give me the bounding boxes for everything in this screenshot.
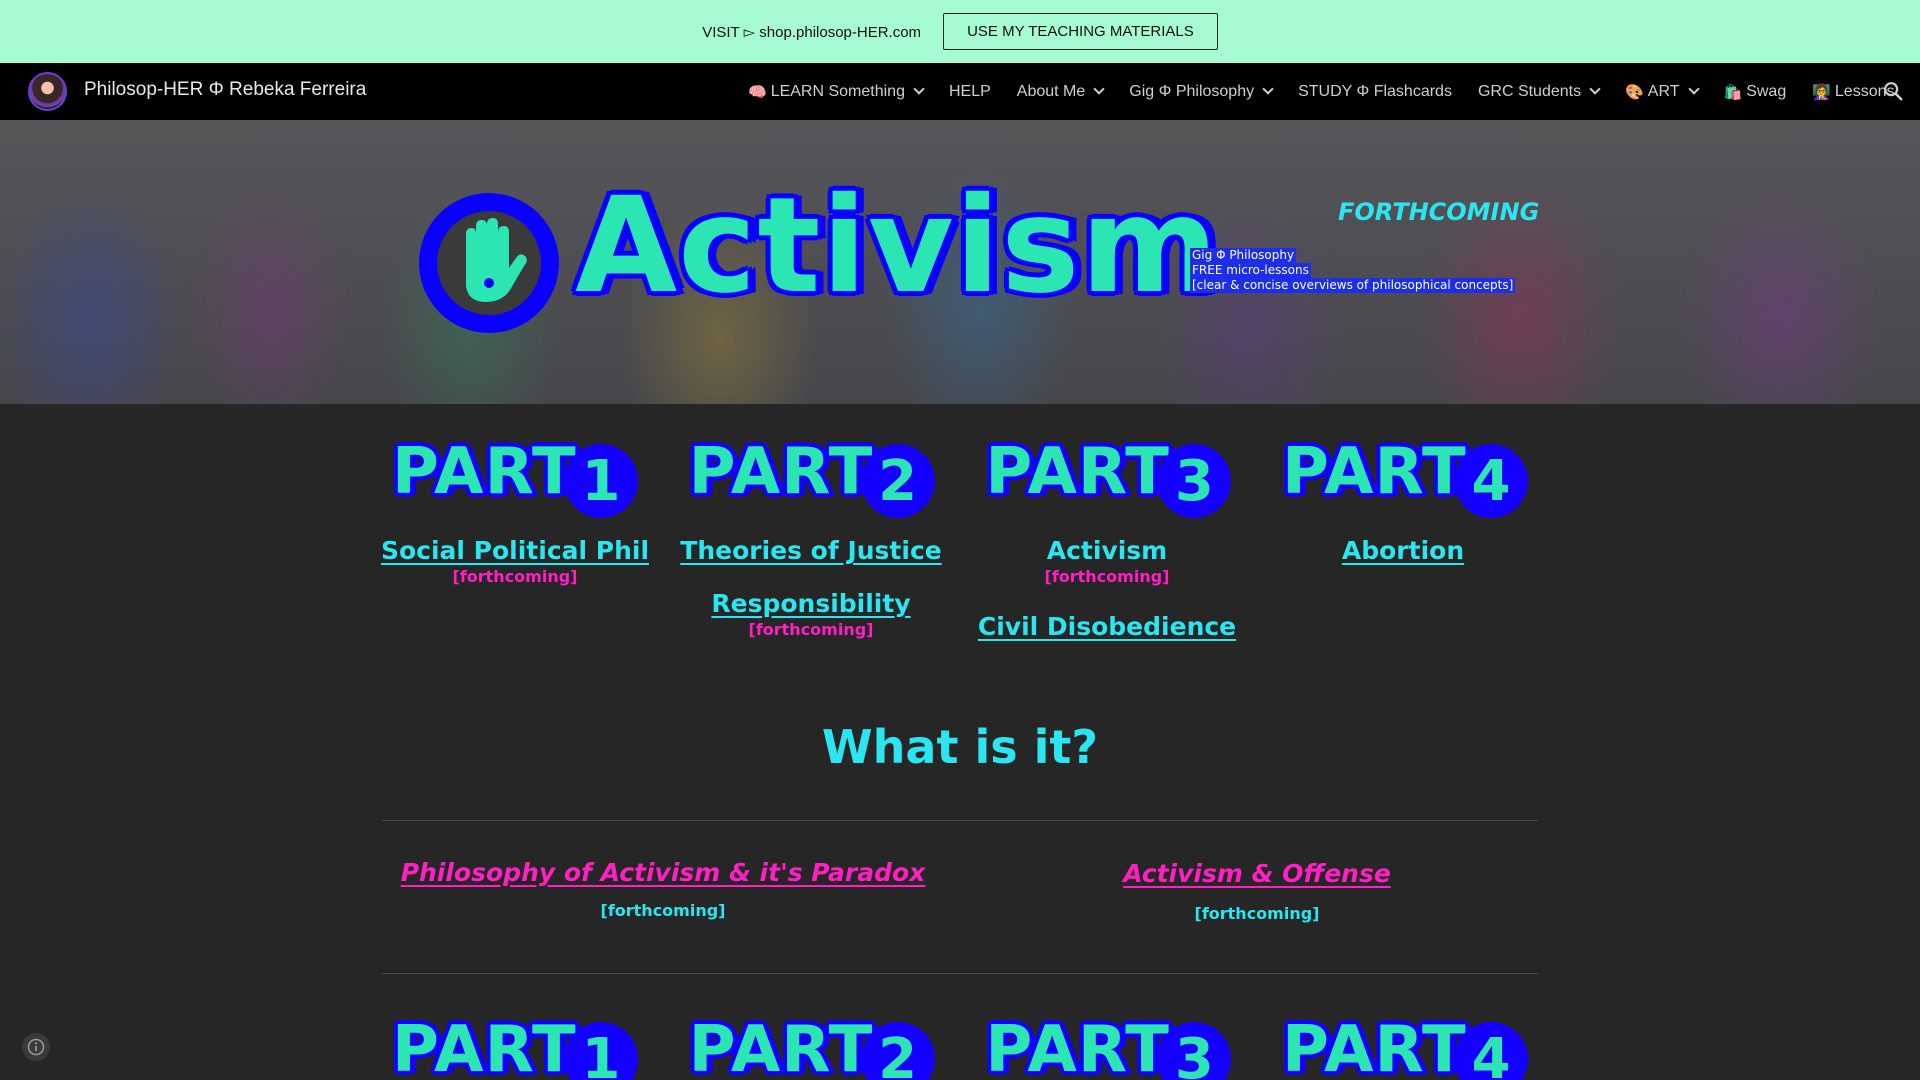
nav-item-about[interactable]: About Me xyxy=(1016,82,1105,101)
divider xyxy=(382,820,1538,821)
nav-item-help[interactable]: HELP xyxy=(949,83,991,101)
part-word: PART xyxy=(985,435,1170,509)
part-number: 3 xyxy=(1157,444,1232,518)
part-badge-1: PART 1 xyxy=(392,435,638,518)
part-badge-2: PART 2 xyxy=(688,435,935,518)
part-word: PART xyxy=(985,1013,1170,1080)
nav-item-learn[interactable]: 🧠 LEARN Something xyxy=(748,82,925,101)
hero-desc-line: [clear & concise overviews of philosophi… xyxy=(1190,278,1516,293)
part-3-column: Activism [forthcoming] Civil Disobedienc… xyxy=(959,536,1255,641)
part-number: 1 xyxy=(564,1022,638,1080)
offense-block: Activism & Offense [forthcoming] xyxy=(976,859,1538,923)
avatar[interactable] xyxy=(28,72,67,111)
chevron-down-icon[interactable] xyxy=(1262,83,1274,95)
social-political-phil-link[interactable]: Social Political Phil xyxy=(381,536,649,565)
forthcoming-note: [forthcoming] xyxy=(1194,904,1320,923)
philosophy-of-activism-link[interactable]: Philosophy of Activism & it's Paradox xyxy=(401,858,926,887)
chevron-down-icon[interactable] xyxy=(1687,83,1700,95)
divider xyxy=(382,973,1538,974)
nav-item-label: GRC Students xyxy=(1477,82,1582,100)
brain-icon: 🧠 xyxy=(748,83,767,101)
hero-banner: Activism FORTHCOMING Gig Φ Philosophy FR… xyxy=(0,120,1920,404)
shopping-bags-icon: 🛍️ xyxy=(1723,83,1743,101)
forthcoming-note: [forthcoming] xyxy=(1044,567,1170,586)
nav-item-art[interactable]: 🎨 ART xyxy=(1625,82,1700,101)
section-heading: What is it? xyxy=(821,720,1099,774)
responsibility-link[interactable]: Responsibility xyxy=(711,589,910,618)
part-2-column: Theories of Justice Responsibility [fort… xyxy=(663,536,959,639)
part-word: PART xyxy=(688,435,874,509)
chevron-down-icon[interactable] xyxy=(1589,83,1601,95)
part-number: 3 xyxy=(1157,1022,1232,1080)
nav-item-swag[interactable]: 🛍️ Swag xyxy=(1724,83,1787,101)
nav-item-grc-students[interactable]: GRC Students xyxy=(1477,82,1601,101)
hero-title: Activism xyxy=(575,169,1220,323)
hero-desc-line: Gig Φ Philosophy xyxy=(1190,248,1297,263)
nav-item-study-flashcards[interactable]: STUDY Φ Flashcards xyxy=(1298,83,1452,101)
abortion-link[interactable]: Abortion xyxy=(1342,536,1464,565)
part-word: PART xyxy=(392,1013,577,1080)
part-badge-4: PART 4 xyxy=(1281,435,1528,518)
chevron-down-icon[interactable] xyxy=(1093,83,1105,95)
hero-desc-line: FREE micro-lessons xyxy=(1190,263,1311,278)
nav-item-label: Swag xyxy=(1746,82,1787,100)
part-badge-4: PART 4 xyxy=(1282,1018,1528,1080)
top-nav: Philosop-HER Φ Rebeka Ferreira 🧠 LEARN S… xyxy=(0,63,1920,120)
activism-and-offense-link[interactable]: Activism & Offense xyxy=(1123,859,1391,888)
nav-item-label: LEARN Something xyxy=(770,82,905,100)
hero-forthcoming-label: FORTHCOMING xyxy=(1338,198,1540,226)
theories-of-justice-link[interactable]: Theories of Justice xyxy=(680,536,941,565)
part-1-column: Social Political Phil [forthcoming] xyxy=(367,536,663,586)
part-number: 4 xyxy=(1453,444,1528,518)
part-4-column: Abortion xyxy=(1255,536,1551,565)
part-badges-row: PART 1 PART 2 PART 3 PART 4 xyxy=(392,1018,1528,1080)
part-word: PART xyxy=(1281,435,1467,509)
part-badge-2: PART 2 xyxy=(689,1018,935,1080)
nav-menu: 🧠 LEARN Something HELP About Me Gig Φ Ph… xyxy=(748,63,1920,120)
nav-item-gig-philosophy[interactable]: Gig Φ Philosophy xyxy=(1129,82,1274,101)
part-badge-3: PART 3 xyxy=(985,1013,1232,1080)
part-number: 1 xyxy=(564,444,638,518)
part-number: 2 xyxy=(860,444,935,518)
nav-item-label: About Me xyxy=(1016,82,1086,100)
part-word: PART xyxy=(1281,1013,1467,1080)
part-number: 4 xyxy=(1453,1022,1528,1080)
part-word: PART xyxy=(392,435,577,509)
nav-item-label: HELP xyxy=(948,82,991,100)
teacher-icon: 👩‍🏫 xyxy=(1812,83,1831,101)
info-button[interactable] xyxy=(22,1033,50,1061)
activism-label: Activism xyxy=(1046,536,1168,565)
part-word: PART xyxy=(688,1013,874,1080)
civil-disobedience-link[interactable]: Civil Disobedience xyxy=(978,612,1236,641)
chevron-down-icon[interactable] xyxy=(913,83,925,95)
forthcoming-note: [forthcoming] xyxy=(600,901,726,920)
forthcoming-note: [forthcoming] xyxy=(452,567,578,586)
promo-text: VISIT ▻ shop.philosop-HER.com xyxy=(702,23,922,41)
part-badges-row: PART 1 PART 2 PART 3 PART 4 xyxy=(392,435,1528,518)
site-title[interactable]: Philosop-HER Φ Rebeka Ferreira xyxy=(84,79,366,101)
nav-item-label: Gig Φ Philosophy xyxy=(1129,82,1255,100)
nav-item-label: STUDY Φ Flashcards xyxy=(1298,82,1452,100)
search-icon[interactable] xyxy=(1882,80,1904,102)
part-badge-3: PART 3 xyxy=(985,435,1232,518)
forthcoming-note: [forthcoming] xyxy=(748,620,874,639)
palette-icon: 🎨 xyxy=(1625,83,1644,101)
paradox-block: Philosophy of Activism & it's Paradox [f… xyxy=(382,858,944,920)
hero-description: Gig Φ Philosophy FREE micro-lessons [cle… xyxy=(1190,248,1516,293)
promo-banner: VISIT ▻ shop.philosop-HER.com USE MY TEA… xyxy=(0,0,1920,63)
nav-item-label: ART xyxy=(1647,82,1680,100)
teaching-materials-button[interactable]: USE MY TEACHING MATERIALS xyxy=(943,13,1218,50)
info-icon xyxy=(27,1038,45,1056)
part-badge-1: PART 1 xyxy=(392,1018,638,1080)
raised-hand-icon xyxy=(419,193,559,333)
